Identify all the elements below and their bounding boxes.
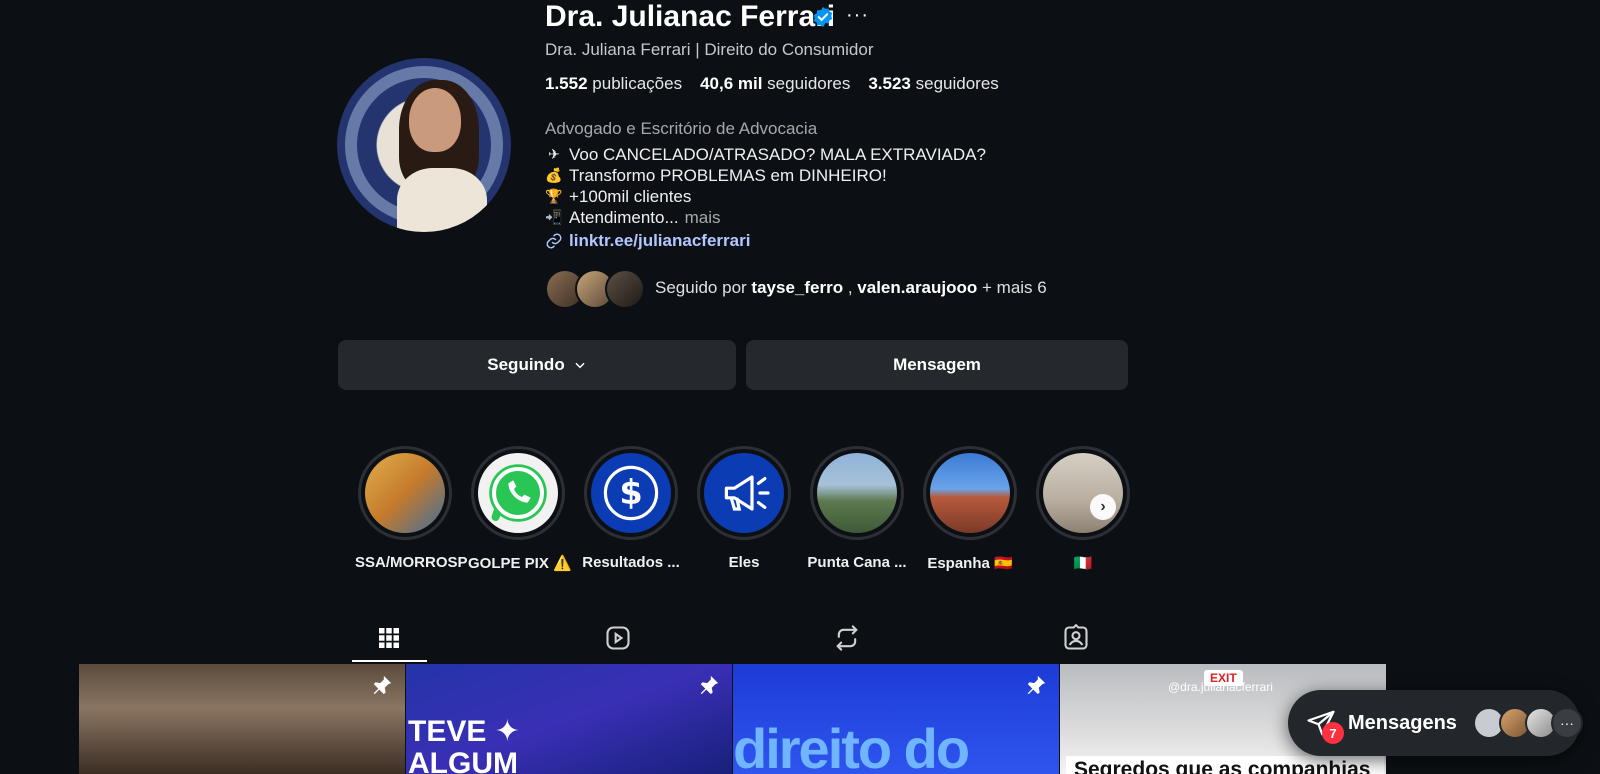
bio-line: ✈ Voo CANCELADO/ATRASADO? MALA EXTRAVIADA…	[545, 144, 986, 165]
highlight-golpe-pix[interactable]: GOLPE PIX ⚠️	[468, 446, 572, 572]
tagged-user-icon	[1064, 624, 1088, 650]
verified-badge-icon	[813, 6, 833, 28]
bio-line: 📲 Atendimento... mais	[545, 207, 721, 228]
messenger-icon: 7	[1306, 708, 1344, 744]
follower-avatar	[605, 269, 645, 309]
followers-stat[interactable]: 40,6 mil seguidores	[700, 74, 850, 94]
grid-icon	[379, 628, 399, 648]
posts-tab[interactable]	[369, 620, 409, 656]
reels-icon	[606, 626, 630, 650]
tagged-tab[interactable]	[1056, 620, 1096, 656]
reels-tab[interactable]	[598, 620, 638, 656]
dollar-icon: $	[603, 465, 659, 521]
post-title-text: TEVE ✦ ALGUM	[408, 715, 520, 774]
highlights-next-button[interactable]: ›	[1090, 494, 1116, 520]
bio-line: 💰 Transformo PROBLEMAS em DINHEIRO!	[545, 166, 887, 185]
following-button[interactable]: Seguindo	[338, 340, 736, 390]
megaphone-icon	[724, 475, 770, 511]
posts-stat: 1.552 publicações	[545, 74, 683, 93]
highlight-eles[interactable]: Eles	[694, 446, 794, 571]
profile-avatar[interactable]	[337, 58, 511, 232]
message-button[interactable]: Mensagem	[746, 340, 1128, 390]
trophy-icon: 🏆	[545, 188, 563, 204]
pin-icon	[373, 675, 392, 695]
post-thumbnail[interactable]: TEVE ✦ ALGUM	[406, 664, 732, 774]
avatar-body	[397, 168, 487, 232]
airplane-icon: ✈	[548, 146, 560, 162]
repost-icon	[836, 625, 858, 651]
whatsapp-icon	[489, 464, 547, 522]
active-tab-indicator	[352, 660, 427, 662]
profile-username: Dra. Julianac Ferrari	[545, 0, 836, 33]
following-stat[interactable]: 3.523 seguidores	[868, 74, 998, 94]
bio-line: 🏆 +100mil clientes	[545, 187, 692, 206]
followed-by-text: Seguido por tayse_ferro , valen.araujooo…	[655, 278, 1047, 297]
messages-pill[interactable]: 7 Mensagens ···	[1288, 690, 1583, 756]
money-bag-icon: 💰	[545, 167, 563, 183]
bio-more-link[interactable]: mais	[685, 207, 721, 228]
profile-stats: 1.552 publicações 40,6 mil seguidores 3.…	[545, 74, 999, 94]
link-icon	[546, 233, 562, 249]
post-handle-text: @dra.julianacferrari	[1168, 680, 1273, 694]
followed-by[interactable]: Seguido por tayse_ferro , valen.araujooo…	[545, 269, 1047, 309]
highlight-ssa-morrosp[interactable]: SSA/MORROSP	[355, 446, 468, 571]
reposts-tab[interactable]	[827, 620, 867, 656]
post-thumbnail[interactable]	[79, 664, 405, 774]
followed-by-avatars	[545, 269, 645, 309]
phone-icon: 📲	[545, 209, 563, 225]
profile-category: Advogado e Escritório de Advocacia	[545, 119, 818, 138]
post-thumbnail[interactable]: direito do	[733, 664, 1059, 774]
highlight-resultados[interactable]: $ Resultados ...	[581, 446, 681, 571]
pin-icon	[700, 675, 719, 695]
pin-icon	[1027, 675, 1046, 695]
chevron-down-icon	[575, 362, 585, 369]
messages-label: Mensagens	[1348, 711, 1457, 734]
highlight-punta-cana[interactable]: Punta Cana ...	[807, 446, 907, 571]
unread-badge: 7	[1322, 722, 1344, 744]
svg-text:$: $	[619, 473, 642, 512]
profile-link[interactable]: linktr.ee/julianacferrari	[545, 231, 750, 251]
post-title-text: direito do	[733, 717, 970, 774]
more-contacts-icon: ···	[1550, 707, 1583, 739]
post-caption-text: Segredos que as companhias	[1066, 756, 1384, 774]
avatar-face	[409, 88, 461, 152]
highlight-espanha[interactable]: Espanha 🇪🇸	[920, 446, 1020, 572]
highlight-italia[interactable]: 🇮🇹	[1033, 446, 1133, 572]
messages-avatars: ···	[1472, 707, 1583, 739]
profile-full-name: Dra. Juliana Ferrari | Direito do Consum…	[545, 40, 874, 59]
profile-bio: ✈ Voo CANCELADO/ATRASADO? MALA EXTRAVIADA…	[545, 144, 986, 228]
more-options-icon[interactable]: ···	[846, 4, 869, 27]
